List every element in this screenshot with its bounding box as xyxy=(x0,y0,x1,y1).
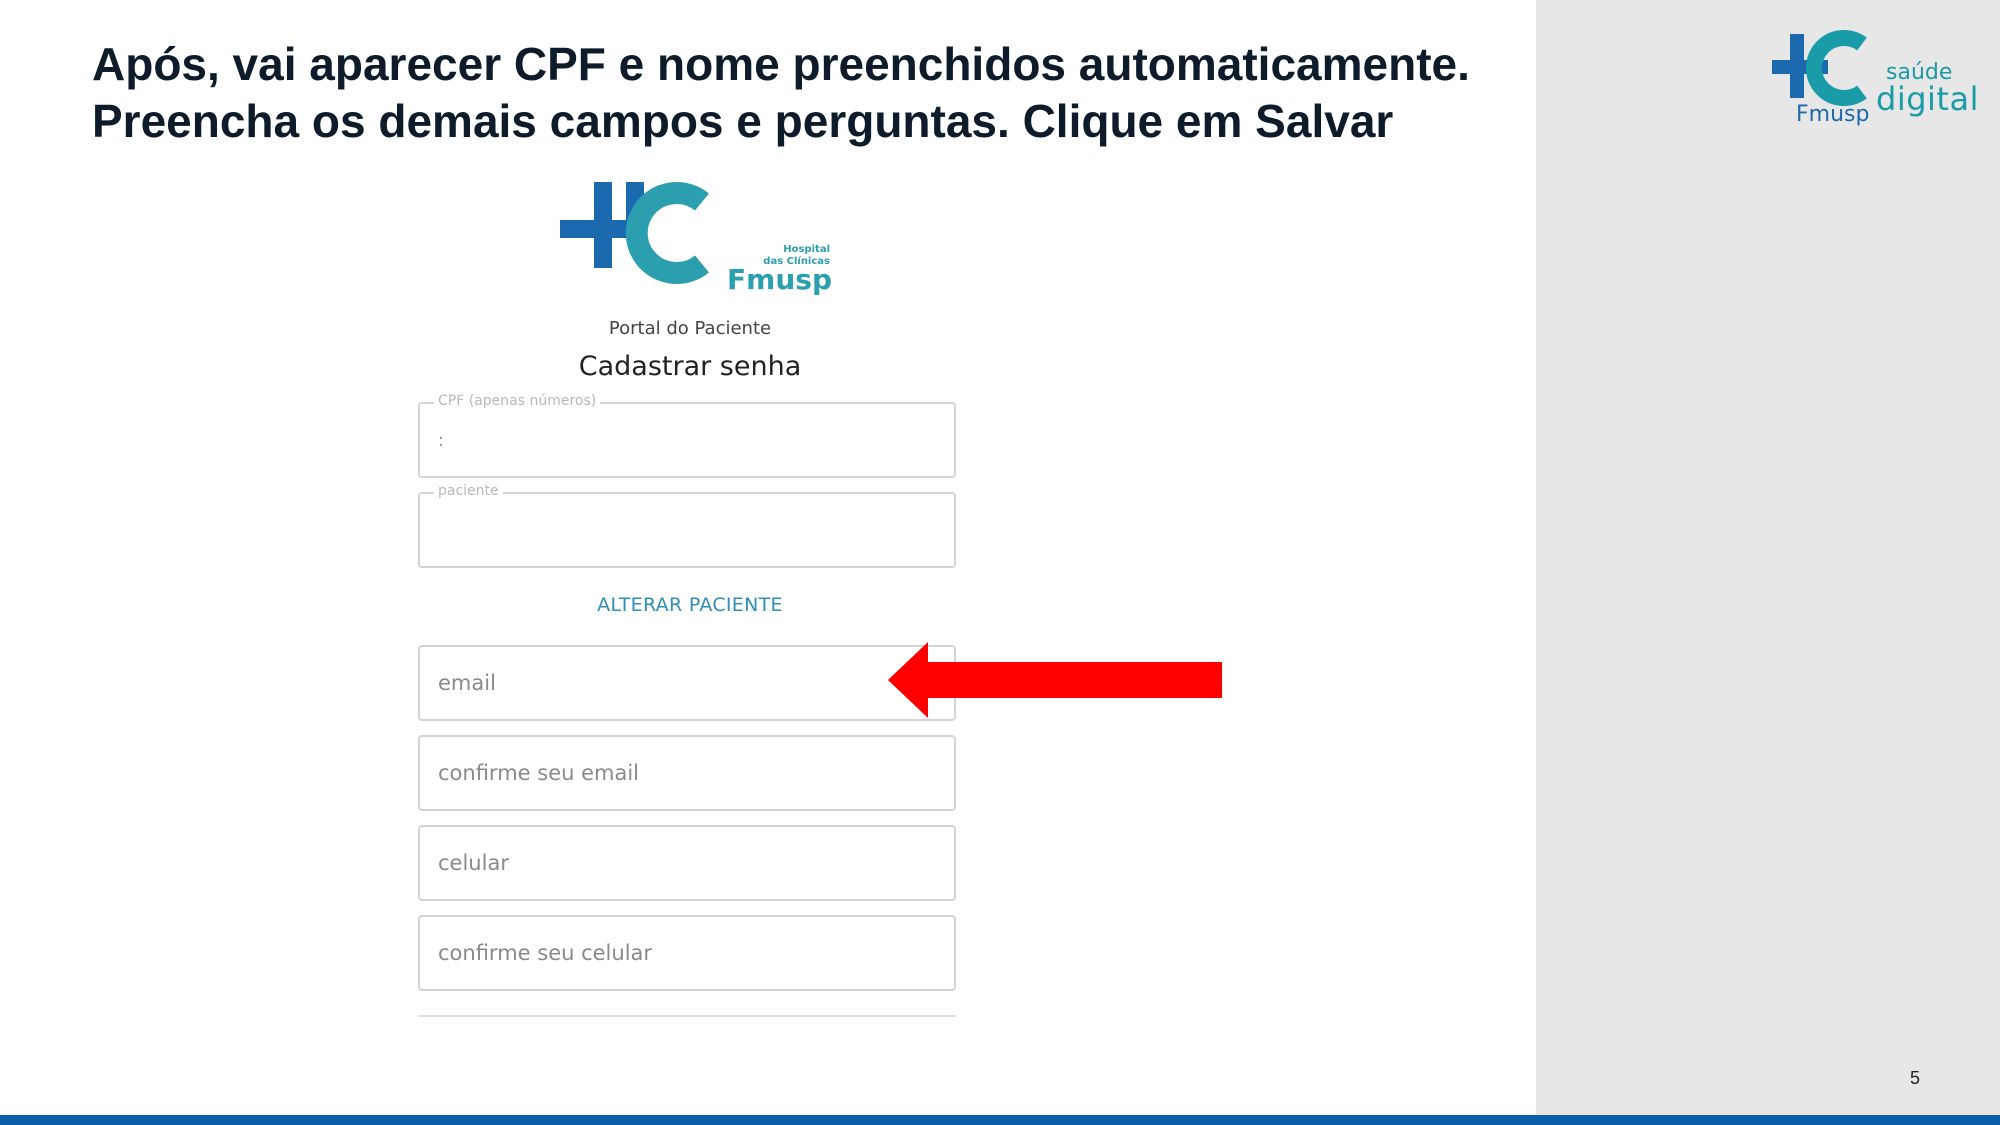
slide-title: Após, vai aparecer CPF e nome preenchido… xyxy=(92,36,1532,150)
portal-screenshot: Hospital das Clínicas Fmusp Portal do Pa… xyxy=(410,168,970,1048)
confirm-celular-placeholder: confirme seu celular xyxy=(438,941,653,965)
form-divider xyxy=(418,1015,956,1017)
hospital-name-line-1: Hospital xyxy=(783,244,830,255)
right-side-panel xyxy=(1536,0,2000,1125)
hospital-logo: Hospital das Clínicas Fmusp xyxy=(560,178,832,298)
email-field[interactable]: email xyxy=(418,645,956,721)
confirm-email-field[interactable]: confirme seu email xyxy=(418,735,956,811)
confirm-email-placeholder: confirme seu email xyxy=(438,761,640,785)
paciente-field[interactable]: paciente xyxy=(418,483,956,568)
email-placeholder: email xyxy=(438,671,496,695)
hospital-fmusp-text: Fmusp xyxy=(727,263,832,296)
saude-digital-logo: saúde digital Fmusp xyxy=(1772,30,1982,134)
logo-digital-text: digital xyxy=(1876,80,1979,118)
hc-logo-icon xyxy=(1772,30,1867,106)
page-number: 5 xyxy=(1909,1068,1920,1088)
logo-fmusp-text: Fmusp xyxy=(1796,102,1870,127)
confirm-celular-field[interactable]: confirme seu celular xyxy=(418,915,956,991)
slide-title-line-2: Preencha os demais campos e perguntas. C… xyxy=(92,95,1394,147)
bottom-accent-bar xyxy=(0,1115,2000,1125)
paciente-label: paciente xyxy=(434,483,503,499)
hc-logo-icon xyxy=(560,182,709,284)
slide-title-line-1: Após, vai aparecer CPF e nome preenchido… xyxy=(92,38,1470,90)
celular-placeholder: celular xyxy=(438,851,509,875)
cpf-label: CPF (apenas números) xyxy=(434,393,601,409)
portal-subtitle: Portal do Paciente xyxy=(608,318,772,339)
celular-field[interactable]: celular xyxy=(418,825,956,901)
cpf-value: : xyxy=(438,430,445,451)
form-title: Cadastrar senha xyxy=(578,351,802,382)
red-arrow-icon xyxy=(888,642,1222,718)
alterar-paciente-button[interactable]: ALTERAR PACIENTE xyxy=(410,594,970,616)
cpf-field[interactable]: CPF (apenas números) : xyxy=(418,393,956,478)
